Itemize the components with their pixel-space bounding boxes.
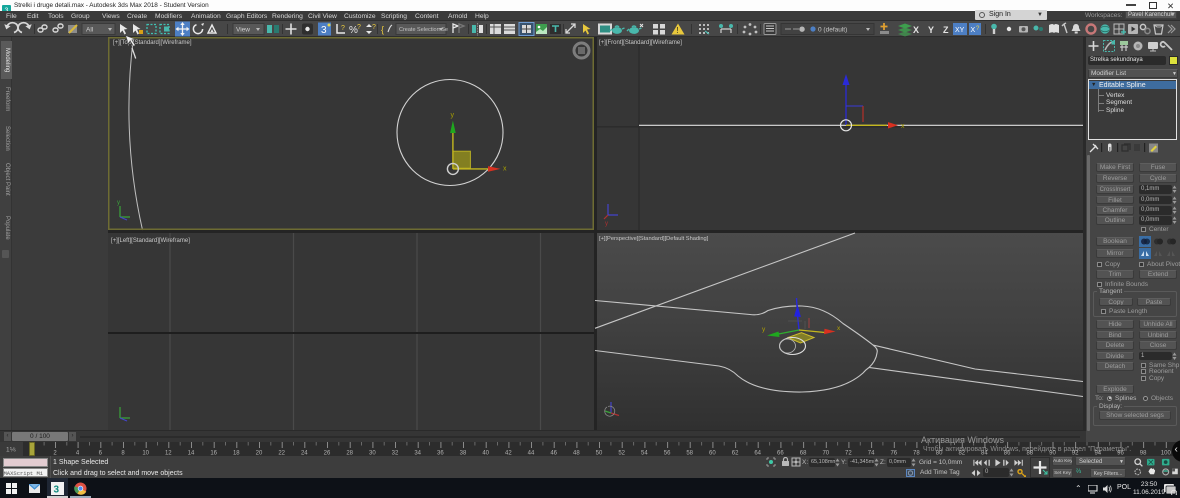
svg-text:{: {	[381, 25, 384, 35]
svg-text:1⅙: 1⅙	[6, 447, 17, 454]
svg-text:y: y	[451, 112, 455, 119]
svg-text:y: y	[117, 200, 120, 206]
svg-text:y: y	[605, 221, 608, 227]
svg-text:x: x	[503, 166, 507, 173]
svg-text:3: 3	[321, 25, 327, 36]
svg-text:XY: XY	[955, 27, 965, 34]
svg-text:?: ?	[372, 24, 376, 31]
svg-text:All: All	[86, 27, 94, 34]
svg-text:?: ?	[341, 25, 345, 32]
svg-text:X: X	[971, 27, 976, 34]
svg-text:Y: Y	[928, 25, 934, 35]
svg-text:?: ?	[357, 24, 361, 31]
svg-text:3: 3	[54, 484, 60, 495]
svg-text:View: View	[236, 27, 250, 34]
svg-text:X: X	[913, 25, 919, 35]
svg-text:x: x	[901, 123, 905, 130]
svg-text:0 (default): 0 (default)	[818, 27, 847, 34]
svg-text:Z: Z	[943, 25, 949, 35]
svg-text:!: !	[676, 26, 678, 35]
